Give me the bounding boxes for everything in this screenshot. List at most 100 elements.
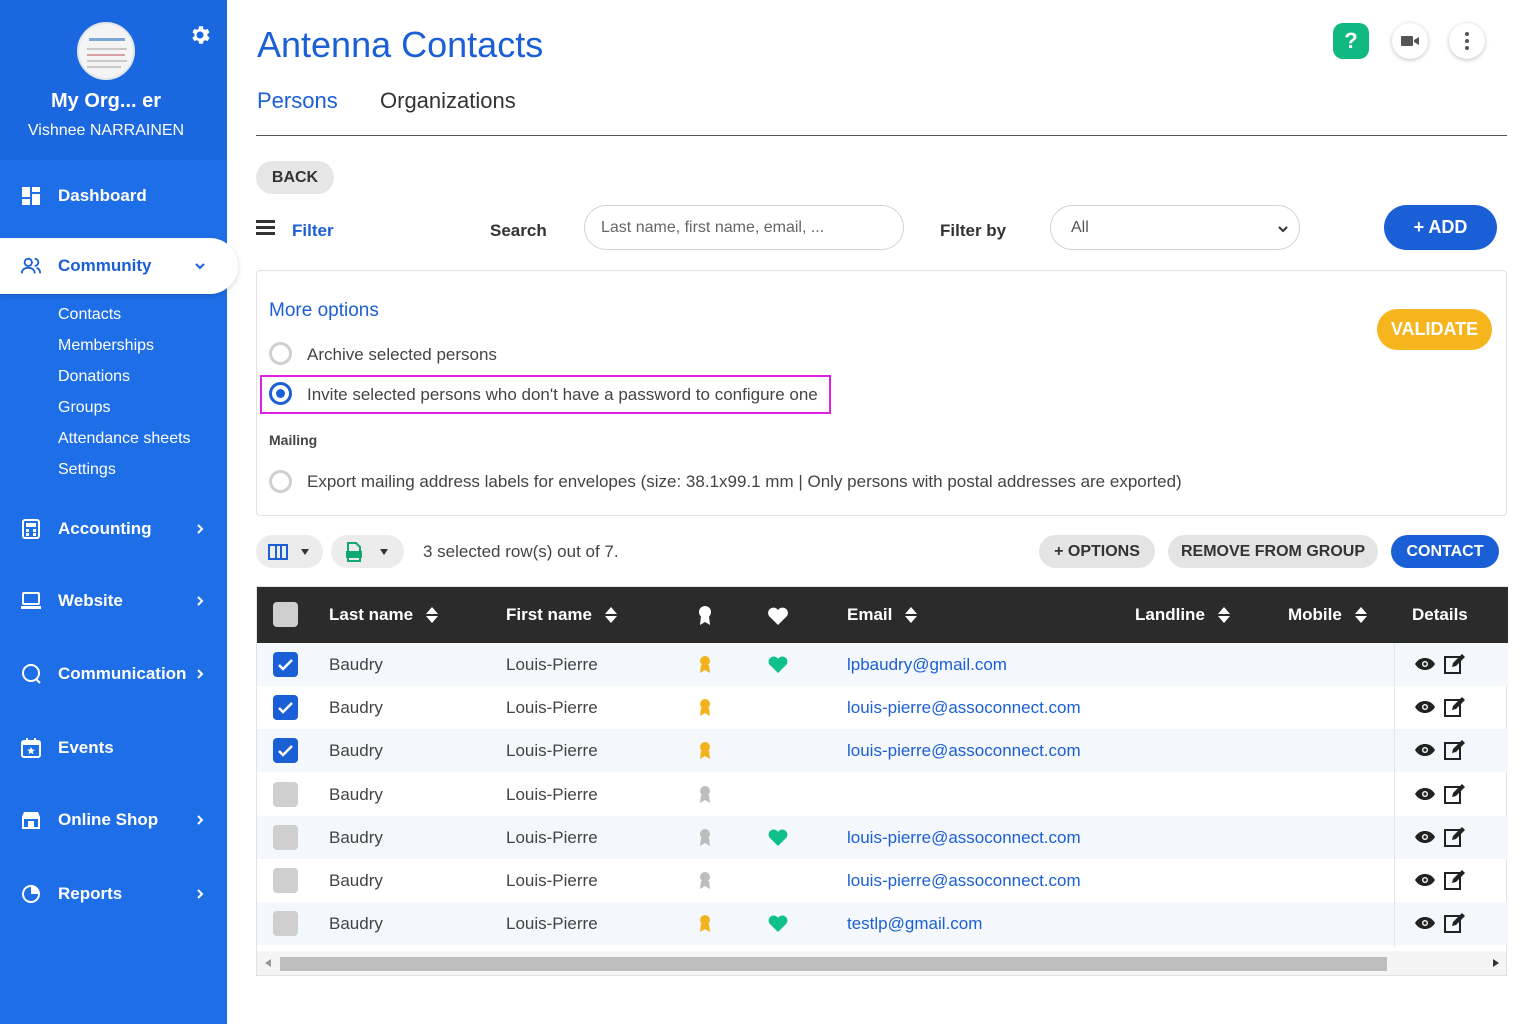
edit-icon[interactable]	[1443, 869, 1465, 891]
eye-icon[interactable]	[1414, 743, 1436, 757]
eye-icon[interactable]	[1414, 830, 1436, 844]
sidebar-item-attendance[interactable]: Attendance sheets	[58, 430, 191, 448]
row-checkbox[interactable]	[273, 868, 298, 893]
scrollbar-thumb[interactable]	[280, 957, 1387, 971]
eye-icon[interactable]	[1414, 700, 1436, 714]
heart-icon	[768, 607, 788, 625]
horizontal-scrollbar[interactable]	[257, 951, 1506, 975]
cell-first-name: Louis-Pierre	[506, 741, 598, 761]
sidebar-header: My Org... er Vishnee NARRAINEN	[0, 0, 227, 160]
gear-icon[interactable]	[188, 23, 212, 47]
hamburger-icon	[256, 220, 275, 235]
edit-icon[interactable]	[1443, 739, 1465, 761]
video-camera-icon	[1401, 36, 1419, 46]
table-row[interactable]: Baudry Louis-Pierre testlp@gmail.com	[257, 902, 1508, 946]
nav-online-shop[interactable]: Online Shop	[0, 797, 227, 843]
export-menu-button[interactable]	[331, 535, 404, 568]
filter-toggle[interactable]	[256, 219, 275, 235]
more-menu-button[interactable]	[1449, 23, 1485, 59]
nav-reports[interactable]: Reports	[0, 871, 227, 917]
nav-events[interactable]: Events	[0, 725, 227, 771]
nav-communication[interactable]: Communication	[0, 651, 227, 697]
invite-radio[interactable]	[269, 382, 292, 405]
filter-by-select[interactable]: All	[1050, 205, 1300, 250]
validate-button[interactable]: VALIDATE	[1377, 309, 1492, 350]
cell-email[interactable]: louis-pierre@assoconnect.com	[847, 828, 1081, 848]
nav-website[interactable]: Website	[0, 578, 227, 624]
options-button[interactable]: + OPTIONS	[1039, 535, 1155, 568]
org-name: My Org... er	[50, 90, 162, 112]
col-details: Details	[1412, 605, 1468, 625]
chevron-right-icon	[197, 889, 204, 899]
cell-email[interactable]: louis-pierre@assoconnect.com	[847, 698, 1081, 718]
sidebar-item-groups[interactable]: Groups	[58, 399, 110, 417]
table-row[interactable]: Baudry Louis-Pierre louis-pierre@assoconne…	[257, 686, 1508, 729]
nav-communication-label: Communication	[58, 664, 187, 683]
edit-icon[interactable]	[1443, 653, 1465, 675]
row-checkbox[interactable]	[273, 738, 298, 764]
sidebar-item-donations[interactable]: Donations	[58, 368, 130, 386]
people-icon	[20, 257, 42, 274]
remove-from-group-button[interactable]: REMOVE FROM GROUP	[1168, 535, 1378, 568]
add-button[interactable]: + ADD	[1384, 205, 1497, 250]
table-row[interactable]: Baudry Louis-Pierre	[257, 773, 1508, 816]
search-input[interactable]	[584, 205, 904, 250]
cell-last-name: Baudry	[329, 784, 383, 804]
video-button[interactable]	[1392, 23, 1428, 59]
edit-icon[interactable]	[1443, 826, 1465, 848]
eye-icon[interactable]	[1414, 787, 1436, 801]
sidebar-item-settings[interactable]: Settings	[58, 461, 116, 479]
cell-email[interactable]: louis-pierre@assoconnect.com	[847, 741, 1081, 761]
col-mobile[interactable]: Mobile	[1288, 605, 1368, 625]
table-row[interactable]: Baudry Louis-Pierre louis-pierre@assoconne…	[257, 729, 1508, 773]
help-button[interactable]: ?	[1333, 23, 1369, 59]
col-landline[interactable]: Landline	[1135, 605, 1231, 625]
membership-badge-icon	[700, 785, 710, 803]
contacts-table: Last name First name Email Landline Mobi…	[256, 586, 1508, 976]
cell-email[interactable]: testlp@gmail.com	[847, 914, 982, 934]
row-checkbox[interactable]	[273, 824, 298, 850]
table-row[interactable]: Baudry Louis-Pierre lpbaudry@gmail.com	[257, 643, 1508, 686]
eye-icon[interactable]	[1414, 873, 1436, 887]
eye-icon[interactable]	[1414, 657, 1436, 671]
archive-radio[interactable]	[269, 342, 292, 365]
row-checkbox[interactable]	[273, 652, 298, 677]
nav-reports-label: Reports	[58, 884, 123, 903]
cell-email[interactable]: lpbaudry@gmail.com	[847, 655, 1007, 675]
row-checkbox[interactable]	[273, 911, 298, 937]
scroll-right-icon[interactable]	[1492, 958, 1500, 968]
sidebar-item-memberships[interactable]: Memberships	[58, 337, 154, 355]
scroll-left-icon[interactable]	[264, 958, 272, 968]
export-label: Export mailing address labels for envelo…	[307, 472, 1182, 491]
cell-email[interactable]: louis-pierre@assoconnect.com	[847, 871, 1081, 891]
tab-persons[interactable]: Persons	[257, 88, 338, 114]
edit-icon[interactable]	[1443, 783, 1465, 805]
col-email[interactable]: Email	[847, 605, 918, 625]
cell-last-name: Baudry	[329, 871, 383, 890]
eye-icon[interactable]	[1414, 916, 1436, 930]
col-last-name[interactable]: Last name	[329, 605, 439, 625]
export-radio[interactable]	[269, 470, 292, 493]
archive-label: Archive selected persons	[307, 345, 497, 364]
contact-button[interactable]: CONTACT	[1391, 535, 1499, 568]
col-first-name[interactable]: First name	[506, 605, 618, 625]
row-checkbox[interactable]	[273, 695, 298, 721]
table-row[interactable]: Baudry Louis-Pierre louis-pierre@assoconne…	[257, 859, 1508, 902]
csv-file-icon	[346, 542, 362, 562]
table-row[interactable]: Baudry Louis-Pierre louis-pierre@assoconne…	[257, 815, 1508, 859]
org-logo[interactable]	[77, 22, 135, 80]
back-button[interactable]: BACK	[256, 161, 334, 194]
sidebar-item-contacts[interactable]: Contacts	[58, 306, 121, 324]
cell-last-name: Baudry	[329, 655, 383, 674]
columns-menu-button[interactable]	[256, 535, 323, 568]
nav-community[interactable]: Community	[0, 238, 238, 294]
tab-organizations[interactable]: Organizations	[380, 88, 516, 114]
cell-last-name: Baudry	[329, 827, 383, 847]
edit-icon[interactable]	[1443, 912, 1465, 934]
nav-dashboard[interactable]: Dashboard	[0, 173, 227, 219]
nav-accounting[interactable]: Accounting	[0, 506, 227, 552]
filter-label[interactable]: Filter	[292, 221, 334, 241]
edit-icon[interactable]	[1443, 696, 1465, 718]
row-checkbox[interactable]	[273, 781, 298, 807]
select-all-checkbox[interactable]	[273, 602, 298, 627]
